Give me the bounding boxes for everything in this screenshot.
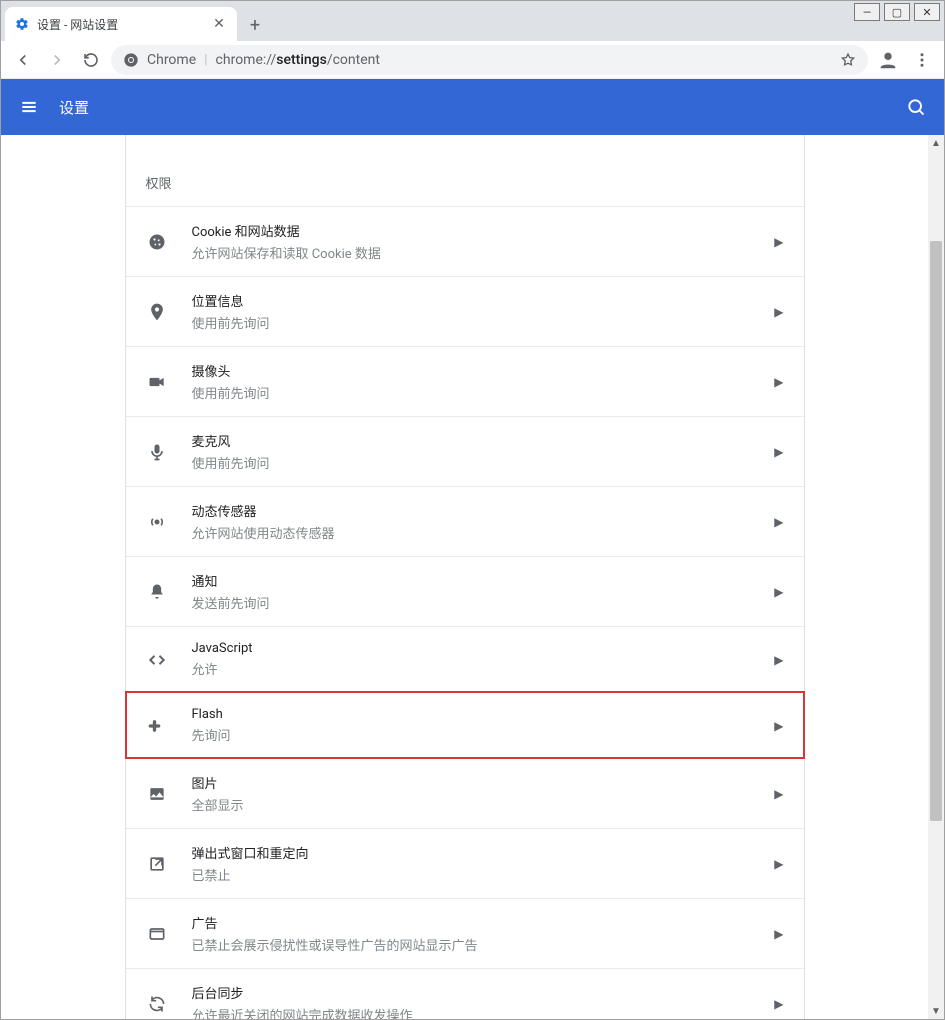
row-title: 弹出式窗口和重定向 [192,843,753,862]
row-cookies[interactable]: Cookie 和网站数据 允许网站保存和读取 Cookie 数据 ▶ [126,206,804,276]
row-motion-sensors[interactable]: 动态传感器 允许网站使用动态传感器 ▶ [126,486,804,556]
content-scroll-area[interactable]: 权限 Cookie 和网站数据 允许网站保存和读取 Cookie 数据 ▶ [1,135,928,1019]
omnibox-separator: | [204,52,207,68]
chevron-right-icon: ▶ [774,719,783,733]
row-subtitle: 使用前先询问 [192,383,753,402]
row-microphone[interactable]: 麦克风 使用前先询问 ▶ [126,416,804,486]
row-title: 图片 [192,773,753,792]
row-subtitle: 允许网站保存和读取 Cookie 数据 [192,243,753,262]
row-javascript[interactable]: JavaScript 允许 ▶ [126,626,804,692]
chevron-right-icon: ▶ [774,305,783,319]
row-images[interactable]: 图片 全部显示 ▶ [126,758,804,828]
row-title: 摄像头 [192,361,753,380]
overflow-menu-icon[interactable] [908,46,936,74]
row-subtitle: 发送前先询问 [192,593,753,612]
row-subtitle: 全部显示 [192,795,753,814]
chevron-right-icon: ▶ [774,857,783,871]
row-subtitle: 使用前先询问 [192,313,753,332]
tab-strip: 设置 - 网站设置 ✕ + [1,1,854,41]
minimize-button[interactable]: — [854,3,880,21]
row-title: 位置信息 [192,291,753,310]
back-button[interactable] [9,46,37,74]
content-viewport: 权限 Cookie 和网站数据 允许网站保存和读取 Cookie 数据 ▶ [1,135,944,1019]
plugin-icon [144,716,170,736]
hamburger-menu-icon[interactable] [19,97,39,117]
scroll-thumb[interactable] [930,241,942,821]
row-subtitle: 允许最近关闭的网站完成数据收发操作 [192,1005,753,1019]
row-title: 通知 [192,571,753,590]
row-subtitle: 允许 [192,659,753,678]
row-ads[interactable]: 广告 已禁止会展示侵扰性或误导性广告的网站显示广告 ▶ [126,898,804,968]
row-title: JavaScript [192,641,753,656]
bell-icon [144,582,170,602]
scroll-track[interactable] [928,151,944,1003]
settings-header: 设置 [1,79,944,135]
row-title: 后台同步 [192,983,753,1002]
chevron-right-icon: ▶ [774,787,783,801]
location-pin-icon [144,302,170,322]
scroll-down-arrow-icon[interactable]: ▼ [928,1003,944,1019]
chevron-right-icon: ▶ [774,445,783,459]
vertical-scrollbar[interactable]: ▲ ▼ [928,135,944,1019]
forward-button[interactable] [43,46,71,74]
row-popups[interactable]: 弹出式窗口和重定向 已禁止 ▶ [126,828,804,898]
chevron-right-icon: ▶ [774,653,783,667]
gear-icon [15,17,29,31]
titlebar: 设置 - 网站设置 ✕ + — ▢ ✕ [1,1,944,41]
row-subtitle: 使用前先询问 [192,453,753,472]
row-location[interactable]: 位置信息 使用前先询问 ▶ [126,276,804,346]
row-title: 广告 [192,913,753,932]
window-icon [144,924,170,944]
section-label: 权限 [126,165,804,206]
settings-panel: 权限 Cookie 和网站数据 允许网站保存和读取 Cookie 数据 ▶ [125,135,805,1019]
omnibox-url: chrome://settings/content [216,52,380,68]
page-title: 设置 [59,97,89,118]
chevron-right-icon: ▶ [774,235,783,249]
close-icon[interactable]: ✕ [211,16,227,32]
microphone-icon [144,442,170,462]
chevron-right-icon: ▶ [774,585,783,599]
row-background-sync[interactable]: 后台同步 允许最近关闭的网站完成数据收发操作 ▶ [126,968,804,1019]
row-notifications[interactable]: 通知 发送前先询问 ▶ [126,556,804,626]
reload-button[interactable] [77,46,105,74]
row-title: Flash [192,707,753,722]
chevron-right-icon: ▶ [774,375,783,389]
row-title: 动态传感器 [192,501,753,520]
row-subtitle: 允许网站使用动态传感器 [192,523,753,542]
sensor-icon [144,512,170,532]
address-bar[interactable]: Chrome | chrome://settings/content [111,45,868,75]
row-subtitle: 已禁止会展示侵扰性或误导性广告的网站显示广告 [192,935,753,954]
row-title: 麦克风 [192,431,753,450]
row-camera[interactable]: 摄像头 使用前先询问 ▶ [126,346,804,416]
chevron-right-icon: ▶ [774,927,783,941]
omnibox-scheme-label: Chrome [147,52,196,68]
chrome-icon [123,52,139,68]
window-frame: 设置 - 网站设置 ✕ + — ▢ ✕ Chrome | c [0,0,945,1020]
browser-tab-active[interactable]: 设置 - 网站设置 ✕ [5,7,237,41]
search-icon[interactable] [906,97,926,117]
chevron-right-icon: ▶ [774,515,783,529]
maximize-button[interactable]: ▢ [884,3,910,21]
chevron-right-icon: ▶ [774,997,783,1011]
tab-title: 设置 - 网站设置 [37,16,203,33]
cookie-icon [144,232,170,252]
browser-toolbar: Chrome | chrome://settings/content [1,41,944,79]
row-subtitle: 先询问 [192,725,753,744]
bookmark-star-icon[interactable] [840,52,856,68]
code-icon [144,650,170,670]
close-button[interactable]: ✕ [914,3,940,21]
sync-icon [144,994,170,1014]
profile-icon[interactable] [874,46,902,74]
row-title: Cookie 和网站数据 [192,221,753,240]
scroll-up-arrow-icon[interactable]: ▲ [928,135,944,151]
window-controls: — ▢ ✕ [854,1,944,21]
camera-icon [144,372,170,392]
image-icon [144,784,170,804]
row-flash[interactable]: Flash 先询问 ▶ [126,692,804,758]
open-in-new-icon [144,854,170,874]
row-subtitle: 已禁止 [192,865,753,884]
new-tab-button[interactable]: + [241,11,269,39]
